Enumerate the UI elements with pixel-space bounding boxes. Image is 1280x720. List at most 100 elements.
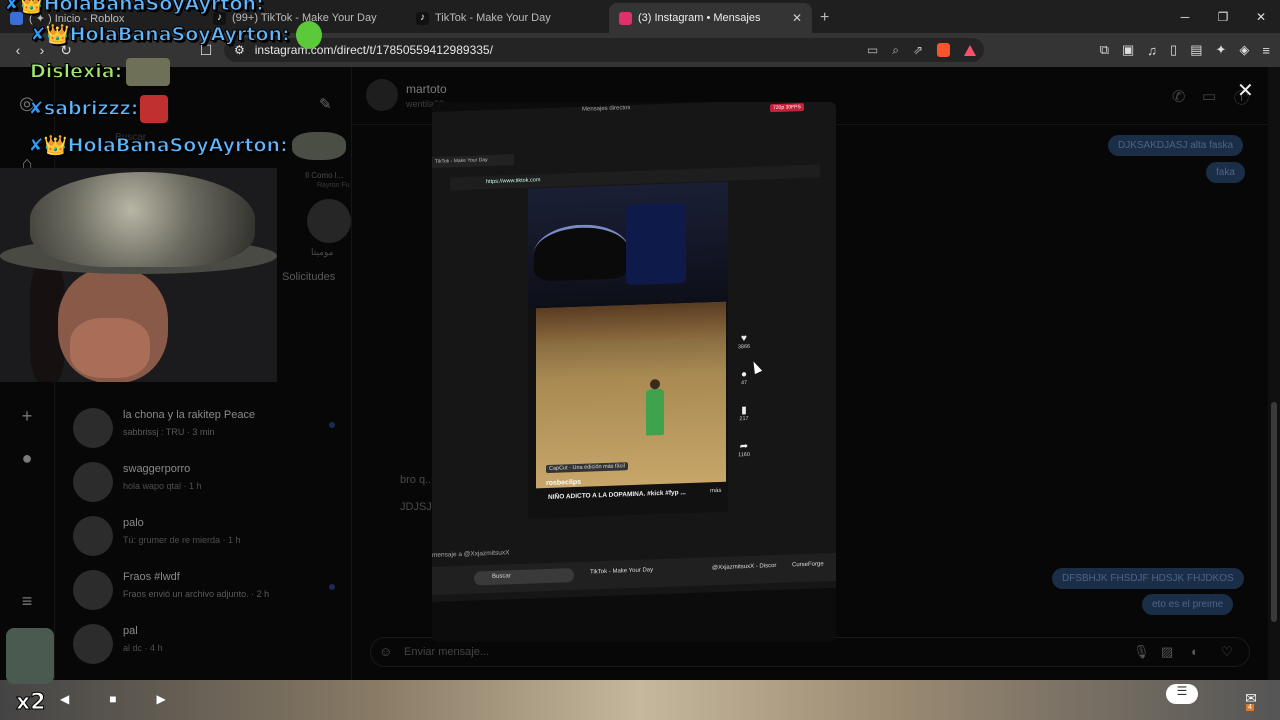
maximize-button[interactable]: ❐	[1204, 10, 1242, 24]
tab-tiktok-2[interactable]: ♪ TikTok - Make Your Day	[406, 3, 609, 33]
tray-settings-icon[interactable]: ☰	[1166, 684, 1198, 704]
like-count: ♥ 3866	[732, 333, 756, 351]
unread-dot	[329, 584, 335, 590]
cast-icon[interactable]: ▭	[867, 43, 878, 57]
photo-game-clip	[536, 301, 726, 489]
video-more: más	[710, 487, 722, 495]
conversation-name: Fraos #lwdf	[123, 571, 180, 583]
comment-count: ● 47	[732, 369, 756, 387]
create-icon[interactable]: +	[18, 407, 36, 425]
mail-icon[interactable]: ✉ 4	[1240, 690, 1262, 712]
extensions-icon[interactable]: ⧉	[1100, 42, 1109, 58]
chat-name[interactable]: martoto	[406, 82, 447, 96]
more-menu-icon[interactable]: ≡	[18, 592, 36, 610]
sidebar-icon[interactable]: ▯	[1170, 42, 1177, 58]
emoji-icon[interactable]: ☺	[379, 644, 392, 659]
menu-icon[interactable]: ≡	[1262, 43, 1270, 58]
photo-tiktok-video: CapCut · Una edición más fácil	[528, 181, 728, 519]
chat-line: ✘👑HolaBanaSoyAyrton:	[30, 21, 322, 49]
photo-badge: 720p 30FPS	[770, 103, 804, 113]
share-count: ➦ 1160	[732, 441, 756, 459]
brave-shields-icon[interactable]	[937, 43, 950, 57]
share-icon[interactable]: ⇗	[913, 43, 923, 57]
conversation-preview: Tú: grumer de re mierda · 1 h	[123, 535, 241, 545]
image-viewer: Mensajes directos 720p 30FPS TikTok - Ma…	[432, 102, 836, 642]
minimize-button[interactable]: ─	[1166, 10, 1204, 24]
message-input[interactable]: Enviar mensaje...	[404, 646, 489, 658]
avatar	[73, 624, 113, 664]
avatar	[73, 570, 113, 610]
chat-badges: ✘👑	[30, 23, 71, 46]
photo-taskbar-item: CurseForge	[792, 561, 824, 569]
tab-instagram[interactable]: (3) Instagram • Mensajes ✕	[609, 3, 812, 33]
conversation-preview: al dc · 4 h	[123, 643, 163, 653]
message-text: DFSBHJK FHSDJF HDSJK FHJDKOS	[1062, 573, 1234, 584]
streamer-webcam	[0, 168, 277, 382]
chat-username: HolaBanaSoyAyrton:	[43, 0, 264, 16]
emote-icon	[295, 21, 322, 49]
zoom-icon[interactable]: ⌕	[892, 43, 899, 58]
page-scrollbar[interactable]	[1268, 67, 1280, 680]
chat-username: Dislexia:	[29, 60, 123, 83]
note-sub: Rayron Fu	[317, 182, 350, 189]
video-username: rosbeclips	[546, 478, 582, 488]
conversation-name: swaggerporro	[123, 463, 191, 475]
music-icon[interactable]: ♫	[1147, 43, 1157, 58]
photo-taskbar: Buscar TikTok - Make Your Day @Xxjazmits…	[432, 552, 836, 595]
chat-avatar[interactable]	[366, 79, 398, 111]
phone-call-icon[interactable]: ✆	[1172, 87, 1185, 107]
previous-icon[interactable]: ◀	[60, 692, 69, 706]
conversation-item[interactable]: la chona y la rakitep Peace sabbrissj : …	[73, 404, 353, 454]
close-viewer-icon[interactable]: ✕	[1237, 78, 1254, 103]
conversation-preview: sabbrissj : TRU · 3 min	[123, 427, 215, 437]
emote-icon	[140, 95, 169, 123]
conversation-item[interactable]: palo Tú: grumer de re mierda · 1 h	[73, 512, 353, 562]
heart-icon[interactable]: ♡	[1221, 644, 1233, 660]
requests-link[interactable]: Solicitudes	[282, 271, 335, 283]
microphone-icon[interactable]: 🎙	[1133, 644, 1150, 660]
image-icon[interactable]: ▨	[1161, 644, 1173, 660]
conversation-item[interactable]: swaggerporro hola wapo qtal · 1 h	[73, 458, 353, 508]
photo-webcam	[528, 181, 728, 309]
vpn-icon[interactable]: ◈	[1239, 42, 1249, 58]
story-avatar[interactable]	[307, 199, 351, 243]
unread-dot	[329, 422, 335, 428]
scrollbar-thumb[interactable]	[1271, 402, 1277, 622]
photo-of-screen: Mensajes directos 720p 30FPS TikTok - Ma…	[432, 102, 836, 603]
next-icon[interactable]: ▶	[156, 692, 165, 706]
close-tab-icon[interactable]: ✕	[792, 11, 802, 25]
sticker-icon[interactable]: ◐	[1191, 644, 1199, 659]
screen: ( ✦ ) Inicio - Roblox ♪ (99+) TikTok - M…	[0, 0, 1280, 720]
brave-rewards-icon[interactable]	[964, 44, 976, 56]
save-count: ▮ 217	[732, 405, 756, 423]
wallet-icon[interactable]: ▤	[1190, 42, 1202, 58]
chat-line: Dislexia:	[29, 58, 171, 86]
avatar	[73, 516, 113, 556]
chat-line: ✘👑HolaBanaSoyAyrton:	[4, 0, 265, 16]
extensions-bar: ⧉ ▣ ♫ ▯ ▤ ✦ ◈ ≡	[1100, 33, 1270, 67]
new-tab-button[interactable]: +	[820, 9, 829, 27]
emote-icon	[126, 58, 171, 86]
tab-label: (3) Instagram • Mensajes	[638, 12, 761, 24]
photo-taskbar-item: @XxjazmitsuxX - Discor	[712, 562, 777, 572]
message-bubble-sent: faka	[1206, 162, 1245, 183]
window-controls: ─ ❐ ✕	[1166, 0, 1280, 33]
tab-label: TikTok - Make Your Day	[435, 12, 551, 24]
conversation-item[interactable]: Fraos #lwdf Fraos envió un archivo adjun…	[73, 566, 353, 616]
screenshot-icon[interactable]: ▣	[1122, 42, 1134, 58]
instagram-icon	[619, 11, 632, 25]
photo-taskbar-item: TikTok - Make Your Day	[590, 567, 654, 576]
story-label: موميتا	[311, 247, 334, 257]
message-bubble-sent: eto es el preime	[1142, 594, 1234, 615]
profile-icon[interactable]: ●	[18, 449, 36, 467]
video-call-icon[interactable]: ▭	[1202, 87, 1216, 105]
stream-chat-overlay: ✘👑HolaBanaSoyAyrton: ✘👑HolaBanaSoyAyrton…	[0, 0, 360, 170]
close-window-button[interactable]: ✕	[1242, 10, 1280, 24]
leo-ai-icon[interactable]: ✦	[1216, 42, 1227, 58]
stop-icon[interactable]: ■	[109, 692, 116, 706]
photo-url: https://www.tiktok.com	[486, 177, 541, 186]
message-bubble-sent: DFSBHJK FHSDJF HDSJK FHJDKOS	[1052, 568, 1244, 589]
conversation-item[interactable]: pal al dc · 4 h	[73, 620, 353, 670]
share-icon: ➦	[739, 440, 749, 453]
photo-window-title: Mensajes directos	[582, 105, 631, 113]
